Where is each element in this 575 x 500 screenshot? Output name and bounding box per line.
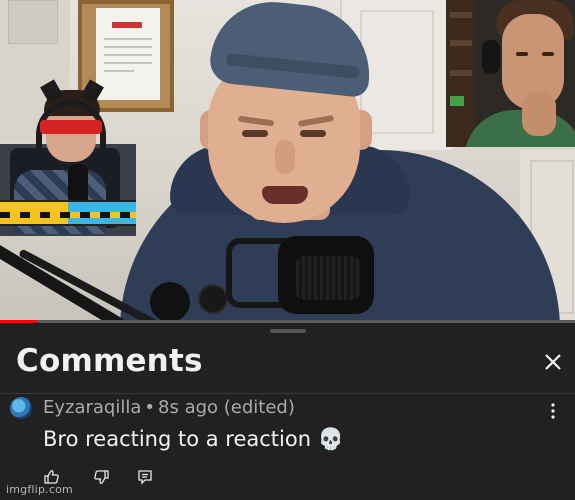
avatar[interactable] <box>10 397 32 419</box>
divider <box>0 393 575 394</box>
wall-panel <box>8 0 58 44</box>
watermark: imgflip.com <box>6 483 73 496</box>
meta-separator: • <box>144 397 156 418</box>
comments-panel: Comments Eyzaraqilla • 8s ago (edited) Bro… <box>0 323 575 500</box>
close-icon[interactable] <box>538 347 568 377</box>
reply-icon[interactable] <box>136 468 154 486</box>
comment-meta: Eyzaraqilla • 8s ago (edited) <box>43 397 295 418</box>
comment-text: Bro reacting to a reaction 💀 <box>43 427 344 451</box>
thumb-down-icon[interactable] <box>92 468 110 486</box>
comments-title: Comments <box>16 343 203 379</box>
video-player[interactable] <box>0 0 575 321</box>
comment-author[interactable]: Eyzaraqilla <box>43 397 141 418</box>
comment-time: 8s ago (edited) <box>158 397 295 418</box>
webcam-inset <box>446 0 575 147</box>
more-vert-icon[interactable] <box>546 401 560 421</box>
streamer-overlay <box>0 79 140 236</box>
drag-handle[interactable] <box>270 329 306 333</box>
